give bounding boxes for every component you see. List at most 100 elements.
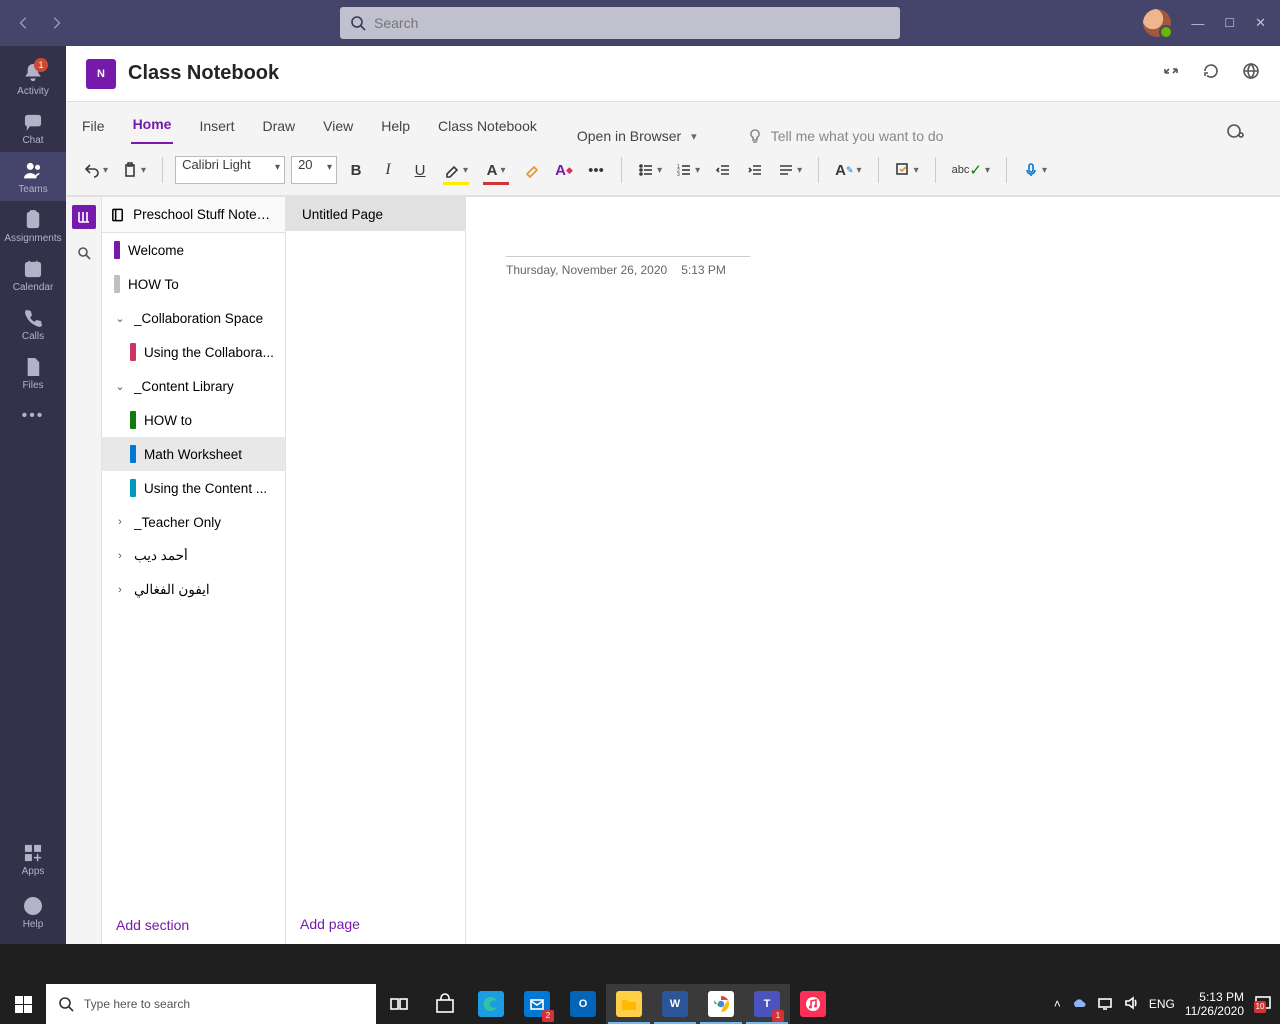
bold-button[interactable]: B — [343, 155, 369, 185]
rail-teams[interactable]: Teams — [0, 152, 66, 201]
taskbar-app-itunes[interactable] — [790, 984, 836, 1024]
add-page-button[interactable]: Add page — [286, 904, 465, 944]
tray-chevron-icon[interactable]: ˄ — [1054, 997, 1061, 1011]
section-item[interactable]: HOW to — [102, 403, 285, 437]
taskbar-app-task-view[interactable] — [376, 984, 422, 1024]
styles-button[interactable]: A◆ — [551, 155, 577, 185]
dictate-button[interactable]: ▾ — [1019, 155, 1051, 185]
section-item[interactable]: HOW To — [102, 267, 285, 301]
ribbon-tab-view[interactable]: View — [321, 118, 355, 144]
maximize-button[interactable]: ☐ — [1224, 16, 1235, 30]
paste-button[interactable]: ▾ — [118, 155, 150, 185]
clear-formatting-button[interactable] — [519, 155, 545, 185]
section-item[interactable]: ⌄_Content Library — [102, 369, 285, 403]
section-color-tab — [114, 241, 120, 259]
rail-apps[interactable]: Apps — [0, 834, 66, 883]
taskbar-app-edge[interactable] — [468, 984, 514, 1024]
refresh-icon[interactable] — [1202, 62, 1220, 85]
section-item[interactable]: Math Worksheet — [102, 437, 285, 471]
indent-button[interactable] — [742, 155, 768, 185]
forward-arrow-icon[interactable] — [49, 16, 63, 30]
add-section-button[interactable]: Add section — [102, 904, 285, 944]
minimize-button[interactable]: — — [1191, 16, 1204, 31]
ribbon-tab-file[interactable]: File — [80, 118, 107, 144]
section-color-tab — [130, 343, 136, 361]
language-indicator[interactable]: ENG — [1149, 997, 1175, 1011]
align-button[interactable]: ▾ — [774, 155, 806, 185]
onedrive-icon[interactable] — [1071, 995, 1087, 1014]
notifications-icon[interactable]: 10 — [1254, 994, 1272, 1015]
notebook-search-icon[interactable] — [72, 241, 96, 265]
section-item[interactable]: ›ايفون الفغالي — [102, 573, 285, 607]
rail-help[interactable]: Help — [0, 887, 66, 936]
globe-icon[interactable] — [1242, 62, 1260, 85]
notebook-shelf-icon[interactable] — [72, 205, 96, 229]
close-button[interactable]: ✕ — [1255, 15, 1266, 31]
undo-button[interactable]: ▾ — [80, 155, 112, 185]
highlighter-button[interactable]: ▾ — [439, 155, 473, 185]
ribbon-tab-home[interactable]: Home — [131, 116, 174, 144]
rail-calendar[interactable]: Calendar — [0, 250, 66, 299]
avatar[interactable] — [1143, 9, 1171, 37]
sections-panel: Preschool Stuff Notebook WelcomeHOW To⌄_… — [102, 197, 286, 944]
open-in-browser[interactable]: Open in Browser ▾ — [577, 128, 697, 144]
section-item[interactable]: ⌄_Collaboration Space — [102, 301, 285, 335]
taskbar-search-placeholder: Type here to search — [84, 997, 190, 1011]
numbering-button[interactable]: 123▾ — [672, 155, 704, 185]
taskbar-app-outlook[interactable]: O — [560, 984, 606, 1024]
taskbar-app-word[interactable]: W — [652, 984, 698, 1024]
spellcheck-button[interactable]: abc✓▾ — [948, 155, 994, 185]
ribbon-tab-draw[interactable]: Draw — [260, 118, 297, 144]
notebook-title-row[interactable]: Preschool Stuff Notebook — [102, 197, 285, 233]
page-item[interactable]: Untitled Page — [286, 197, 465, 231]
ribbon-tab-insert[interactable]: Insert — [197, 118, 236, 144]
bullets-button[interactable]: ▾ — [634, 155, 666, 185]
back-arrow-icon[interactable] — [17, 16, 31, 30]
tell-me[interactable]: Tell me what you want to do — [747, 128, 944, 144]
section-item[interactable]: ›_Teacher Only — [102, 505, 285, 539]
rail-chat[interactable]: Chat — [0, 103, 66, 152]
taskbar-search[interactable]: Type here to search — [46, 984, 376, 1024]
search-input[interactable] — [340, 7, 900, 39]
rail-calls[interactable]: Calls — [0, 299, 66, 348]
notebook-title: Preschool Stuff Notebook — [133, 207, 277, 222]
section-label: _Teacher Only — [134, 515, 221, 530]
underline-button[interactable]: U — [407, 155, 433, 185]
rail-assignments[interactable]: Assignments — [0, 201, 66, 250]
teams-icon — [22, 160, 44, 182]
activity-badge: 1 — [34, 58, 48, 72]
start-button[interactable] — [0, 984, 46, 1024]
rail-files[interactable]: Files — [0, 348, 66, 397]
tags-button[interactable]: ▾ — [891, 155, 923, 185]
clock[interactable]: 5:13 PM 11/26/2020 — [1185, 990, 1244, 1018]
heading-styles-button[interactable]: A✎▾ — [831, 155, 865, 185]
taskbar-app-file-explorer[interactable] — [606, 984, 652, 1024]
ribbon-tab-help[interactable]: Help — [379, 118, 412, 144]
search-wrap — [340, 7, 900, 39]
rail-more[interactable]: ••• — [22, 397, 45, 431]
taskbar-app-chrome[interactable] — [698, 984, 744, 1024]
outdent-button[interactable] — [710, 155, 736, 185]
volume-icon[interactable] — [1123, 995, 1139, 1014]
italic-button[interactable]: I — [375, 155, 401, 185]
taskbar-app-store[interactable] — [422, 984, 468, 1024]
rail-activity[interactable]: 1 Activity — [0, 54, 66, 103]
catchup-icon[interactable] — [1226, 121, 1266, 144]
section-item[interactable]: Welcome — [102, 233, 285, 267]
main-area: N Class Notebook FileHomeInsertDrawViewH… — [66, 46, 1280, 944]
section-item[interactable]: Using the Collabora... — [102, 335, 285, 369]
more-formatting[interactable]: ••• — [583, 155, 609, 185]
page-canvas[interactable]: Thursday, November 26, 2020 5:13 PM — [466, 197, 1280, 944]
taskbar-app-mail[interactable]: 2 — [514, 984, 560, 1024]
network-icon[interactable] — [1097, 995, 1113, 1014]
section-item[interactable]: Using the Content ... — [102, 471, 285, 505]
section-item[interactable]: ›أحمد ديب — [102, 539, 285, 573]
notebook-rail — [66, 197, 102, 944]
ribbon-tab-class-notebook[interactable]: Class Notebook — [436, 118, 539, 144]
collapse-icon[interactable] — [1162, 62, 1180, 85]
taskbar-app-teams[interactable]: T1 — [744, 984, 790, 1024]
page-title-input[interactable] — [506, 225, 750, 257]
font-name-select[interactable]: Calibri Light▾ — [175, 156, 285, 184]
font-size-select[interactable]: 20▾ — [291, 156, 337, 184]
font-color-button[interactable]: A▾ — [479, 155, 513, 185]
